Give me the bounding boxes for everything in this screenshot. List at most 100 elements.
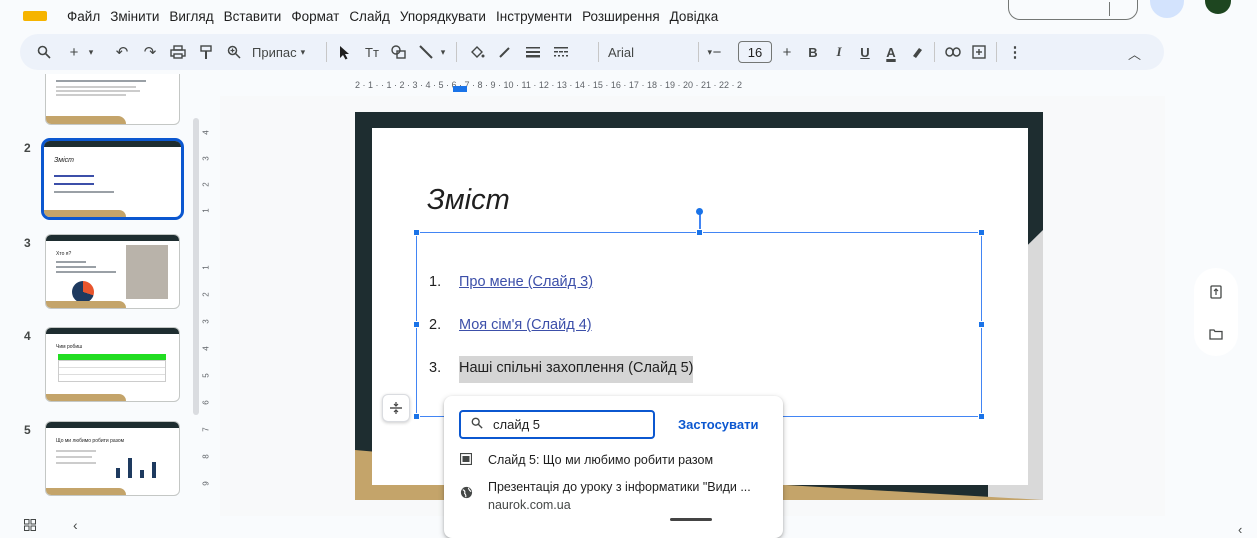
menu-view[interactable]: Вигляд <box>164 7 218 26</box>
thumb-text-line <box>56 456 92 458</box>
slide-title[interactable]: Зміст <box>427 184 510 217</box>
thumb-decoration <box>44 210 127 217</box>
more-options-icon[interactable]: ⋮ <box>1006 34 1024 70</box>
keep-notes-icon[interactable] <box>1196 272 1236 312</box>
line-dropdown-icon[interactable]: ▾ <box>436 34 450 70</box>
suggestion-url: naurok.com.ua <box>488 498 571 512</box>
link-suggestion[interactable]: Слайд 5: Що ми любимо робити разом <box>459 452 713 468</box>
thumb-title: Чим робиш <box>56 344 83 350</box>
share-button[interactable] <box>1008 0 1138 20</box>
bold-button[interactable]: B <box>802 34 824 70</box>
grid-view-icon[interactable] <box>24 518 36 534</box>
ruler-tick: 4 <box>201 346 211 351</box>
menu-help[interactable]: Довідка <box>665 7 724 26</box>
ruler-tick: 4 <box>201 130 211 135</box>
new-slide-icon[interactable]: + <box>64 34 84 70</box>
slide-number: 5 <box>24 423 31 437</box>
ruler-tick: 3 <box>201 156 211 161</box>
slide-number: 4 <box>24 329 31 343</box>
link-search-input[interactable]: слайд 5 <box>459 410 655 439</box>
expand-side-panel-icon[interactable]: ‹ <box>1238 522 1242 537</box>
font-family-select[interactable]: Arial ▾ <box>608 42 712 62</box>
chevron-down-icon: ▾ <box>300 46 306 57</box>
folder-icon[interactable] <box>1196 314 1236 354</box>
indent-marker[interactable] <box>453 86 467 92</box>
slide-thumbnail-1[interactable] <box>45 74 180 125</box>
collapse-filmstrip-icon[interactable]: ‹ <box>73 517 78 533</box>
insert-link-icon[interactable] <box>942 34 964 70</box>
zoom-icon[interactable] <box>224 34 244 70</box>
slide-thumbnail-2[interactable]: Зміст <box>41 138 184 220</box>
ruler-tick: 7 <box>201 427 211 432</box>
new-slide-dropdown-icon[interactable]: ▾ <box>84 34 98 70</box>
resize-handle-sw[interactable] <box>413 413 420 420</box>
slides-logo[interactable] <box>23 11 47 21</box>
increase-font-size-icon[interactable]: + <box>776 34 798 70</box>
highlight-color-icon[interactable] <box>906 34 928 70</box>
text-box-icon[interactable]: Tт <box>360 34 384 70</box>
fit-zoom-select[interactable]: Припас ▾ <box>252 34 305 70</box>
account-avatar[interactable] <box>1205 0 1231 14</box>
toolbar-divider <box>698 42 699 62</box>
resize-handle-e[interactable] <box>978 321 985 328</box>
menu-extensions[interactable]: Розширення <box>577 7 665 26</box>
menu-tools[interactable]: Інструменти <box>491 7 577 26</box>
image-shape-icon[interactable] <box>388 34 410 70</box>
print-icon[interactable] <box>168 34 188 70</box>
insert-link-popup: слайд 5 Застосувати Слайд 5: Що ми любим… <box>444 396 783 538</box>
list-item-link[interactable]: Про мене (Слайд 3) <box>459 274 593 290</box>
list-item[interactable]: 3. Наші спільні захоплення (Слайд 5) <box>429 356 694 383</box>
thumb-text-line <box>56 86 136 88</box>
decrease-font-size-icon[interactable]: − <box>706 34 728 70</box>
underline-button[interactable]: U <box>854 34 876 70</box>
resize-handle-nw[interactable] <box>413 229 420 236</box>
fill-color-icon[interactable] <box>466 34 488 70</box>
list-item[interactable]: 1. Про мене (Слайд 3) <box>429 274 593 290</box>
list-item-text-selected[interactable]: Наші спільні захоплення (Слайд 5) <box>459 356 694 383</box>
select-cursor-icon[interactable] <box>334 34 356 70</box>
thumb-decoration <box>46 328 179 334</box>
font-size-input[interactable]: 16 <box>738 41 772 63</box>
collapse-toolbar-icon[interactable]: ︿ <box>1128 44 1141 63</box>
slide-number: 3 <box>24 236 31 250</box>
resize-handle-se[interactable] <box>978 413 985 420</box>
rotate-handle[interactable] <box>696 208 703 215</box>
resize-handle-n[interactable] <box>696 229 703 236</box>
redo-icon[interactable]: ↷ <box>140 34 160 70</box>
list-item[interactable]: 2. Моя сім'я (Слайд 4) <box>429 317 592 333</box>
italic-button[interactable]: I <box>828 34 850 70</box>
collaborator-avatar[interactable] <box>1150 0 1184 18</box>
thumb-text-line <box>56 80 146 82</box>
menu-file[interactable]: Файл <box>62 7 105 26</box>
vertical-align-icon[interactable] <box>382 394 410 422</box>
menu-arrange[interactable]: Упорядкувати <box>395 7 491 26</box>
menu-slide[interactable]: Слайд <box>344 7 395 26</box>
slide-thumbnail-3[interactable]: Хто я? <box>45 234 180 309</box>
slide-thumbnail-5[interactable]: Що ми любимо робити разом <box>45 421 180 496</box>
border-dash-icon[interactable] <box>550 34 572 70</box>
undo-icon[interactable]: ↶ <box>112 34 132 70</box>
line-icon[interactable] <box>416 34 436 70</box>
vertical-ruler[interactable]: 4 3 2 1 1 2 3 4 5 6 7 8 9 <box>200 118 220 498</box>
menu-format[interactable]: Формат <box>286 7 344 26</box>
thumb-title: Зміст <box>54 157 74 164</box>
apply-link-button[interactable]: Застосувати <box>678 417 758 432</box>
suggestion-title: Презентація до уроку з інформатики "Види… <box>488 480 751 494</box>
resize-handle-ne[interactable] <box>978 229 985 236</box>
search-menus-icon[interactable] <box>34 34 54 70</box>
text-color-button[interactable]: A <box>880 34 902 70</box>
resize-handle-w[interactable] <box>413 321 420 328</box>
toolbar-divider <box>326 42 327 62</box>
speaker-notes-handle[interactable] <box>670 518 712 521</box>
search-icon <box>471 417 493 432</box>
menu-edit[interactable]: Змінити <box>105 7 164 26</box>
list-item-link[interactable]: Моя сім'я (Слайд 4) <box>459 317 592 333</box>
add-comment-icon[interactable] <box>968 34 990 70</box>
link-suggestion[interactable]: Презентація до уроку з інформатики "Види… <box>460 478 751 514</box>
menu-insert[interactable]: Вставити <box>219 7 287 26</box>
paint-format-icon[interactable] <box>196 34 216 70</box>
slide-thumbnail-4[interactable]: Чим робиш <box>45 327 180 402</box>
border-color-icon[interactable] <box>494 34 516 70</box>
border-weight-icon[interactable] <box>522 34 544 70</box>
filmstrip-scrollbar[interactable] <box>193 118 199 415</box>
